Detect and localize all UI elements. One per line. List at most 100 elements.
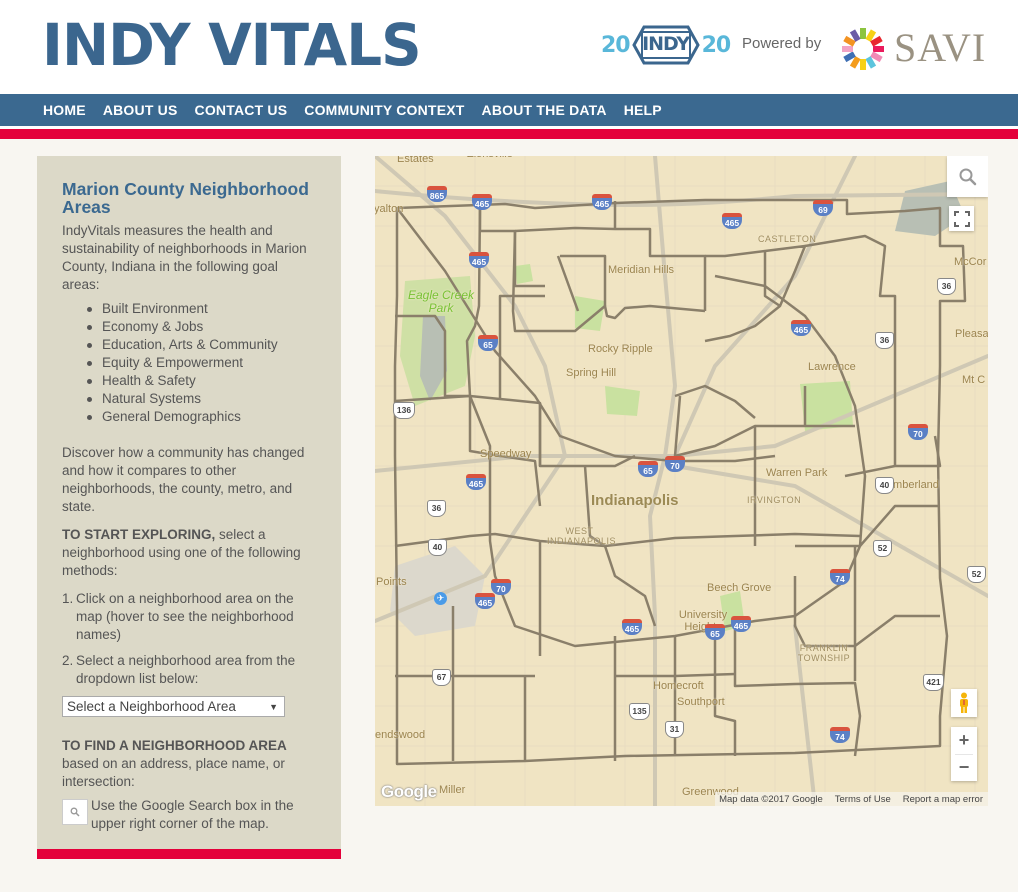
map-label-rocky-ripple: Rocky Ripple [588,343,653,355]
shield-number: 69 [813,204,833,216]
sidebar-intro: IndyVitals measures the health and susta… [62,223,307,292]
map-label-royalton: yalton [375,203,404,215]
search-icon [959,168,976,185]
nav-home[interactable]: HOME [43,102,86,118]
method-number: 2. [62,653,74,668]
us-52-shield: 52 [967,566,986,583]
map-label-irvington: IRVINGTON [747,495,802,505]
neighborhood-map[interactable]: Estates Zionsville yalton Eagle Creek Pa… [375,156,988,806]
us-135-shield: 135 [629,703,650,720]
zoom-in-button[interactable]: + [951,727,977,754]
interstate-465-shield: 465 [592,194,612,212]
shield-number: 70 [908,428,928,440]
us-136-shield: 136 [393,402,415,419]
powered-by-label: Powered by [742,35,822,52]
sidebar-title: Marion County Neighborhood Areas [62,179,309,217]
nav-contact-us[interactable]: CONTACT US [195,102,288,118]
map-label-estates: Estates [397,156,434,165]
us-36-shield: 36 [875,332,894,349]
us-31-shield: 31 [665,721,684,738]
interstate-70-shield: 70 [665,456,685,474]
shield-number: 70 [665,460,685,472]
interstate-465-shield: 465 [791,320,811,338]
us-40-shield: 40 [428,539,447,556]
shield-number: 465 [466,478,486,490]
site-title[interactable]: INDY VITALS [42,12,422,78]
dropdown-arrow-icon: ▼ [269,701,278,712]
us-67-shield: 67 [432,669,451,686]
shield-number: 865 [427,190,447,202]
shield-number: 465 [475,597,495,609]
shield-number: 465 [469,256,489,268]
logo-2020-right: 20 [701,32,732,58]
interstate-74-shield: 74 [830,727,850,745]
interstate-74-shield: 74 [830,569,850,587]
map-label-friendswood: endswood [375,729,426,741]
google-logo[interactable]: Google [381,782,437,802]
airport-icon: ✈ [434,592,447,605]
search-hint-text: Use the Google Search box in the upper r… [91,798,294,831]
start-exploring-text: TO START EXPLORING, select a neighborhoo… [62,526,317,580]
us-52-shield: 52 [873,540,892,557]
interstate-465-shield: 465 [731,616,751,634]
shield-number: 465 [731,620,751,632]
us-40-shield: 40 [875,477,894,494]
goal-area-item: Equity & Empowerment [85,354,317,372]
goal-area-item: Education, Arts & Community [85,336,317,354]
shield-number: 65 [638,465,658,477]
indy-2020-logo[interactable]: 20 INDY 20 [601,25,732,65]
shield-number: 465 [722,217,742,229]
map-label-southport: Southport [677,696,725,708]
report-map-error-link[interactable]: Report a map error [903,794,983,805]
fullscreen-button[interactable] [949,206,974,231]
magnifier-icon [70,807,80,817]
method-number: 1. [62,591,74,606]
search-hint-icon [62,799,88,825]
neighborhood-select[interactable]: Select a Neighborhood Area ▼ [62,696,285,717]
shield-number: 465 [592,198,612,210]
sidebar-panel: Marion County Neighborhood Areas IndyVit… [37,156,341,850]
map-label-miller: Miller [439,784,466,796]
us-36-shield: 36 [937,278,956,295]
map-search-button[interactable] [947,156,988,197]
neighborhood-select-value: Select a Neighborhood Area [67,698,236,714]
find-neighborhood-text: based on an address, place name, or inte… [62,756,285,789]
nav-help[interactable]: HELP [624,102,662,118]
interstate-65-shield: 65 [705,624,725,642]
map-label-mccordsville: McCor [954,256,987,268]
street-view-pegman[interactable] [951,689,977,717]
savi-sunburst-icon[interactable] [840,26,886,72]
map-label-speedway: Speedway [480,448,532,460]
method-item: 2. Select a neighborhood area from the d… [62,652,317,688]
goal-area-item: Health & Safety [85,372,317,390]
shield-number: 65 [705,628,725,640]
logo-2020-left: 20 [601,32,631,58]
map-label-homecroft: Homecroft [653,680,704,692]
map-label-castleton: CASTLETON [758,234,817,244]
nav-about-us[interactable]: ABOUT US [103,102,178,118]
interstate-465-shield: 465 [475,593,495,611]
logo-indy-text: INDY [642,33,690,55]
us-36-shield: 36 [427,500,446,517]
map-label-spring-hill: Spring Hill [566,367,617,379]
interstate-465-shield: 465 [622,619,642,637]
goal-areas-list: Built Environment Economy & Jobs Educati… [85,300,317,426]
interstate-69-shield: 69 [813,200,833,218]
savi-logo-text[interactable]: SAVI [894,24,986,71]
eagle-creek-text: Eagle Creek Park [407,288,475,315]
shield-number: 465 [472,198,492,210]
terms-of-use-link[interactable]: Terms of Use [835,794,891,805]
goal-area-item: General Demographics [85,408,317,426]
interstate-65-shield: 65 [638,461,658,479]
nav-community-context[interactable]: COMMUNITY CONTEXT [304,102,464,118]
goal-area-item: Built Environment [85,300,317,318]
discover-text: Discover how a community has changed and… [62,445,305,514]
shield-number: 65 [478,339,498,351]
map-label-indianapolis: Indianapolis [591,492,679,509]
goal-area-item: Economy & Jobs [85,318,317,336]
interstate-465-shield: 465 [466,474,486,492]
goal-area-item: Natural Systems [85,390,317,408]
nav-about-the-data[interactable]: ABOUT THE DATA [482,102,607,118]
zoom-out-button[interactable]: − [951,755,977,782]
method-text: Select a neighborhood area from the drop… [76,653,296,686]
